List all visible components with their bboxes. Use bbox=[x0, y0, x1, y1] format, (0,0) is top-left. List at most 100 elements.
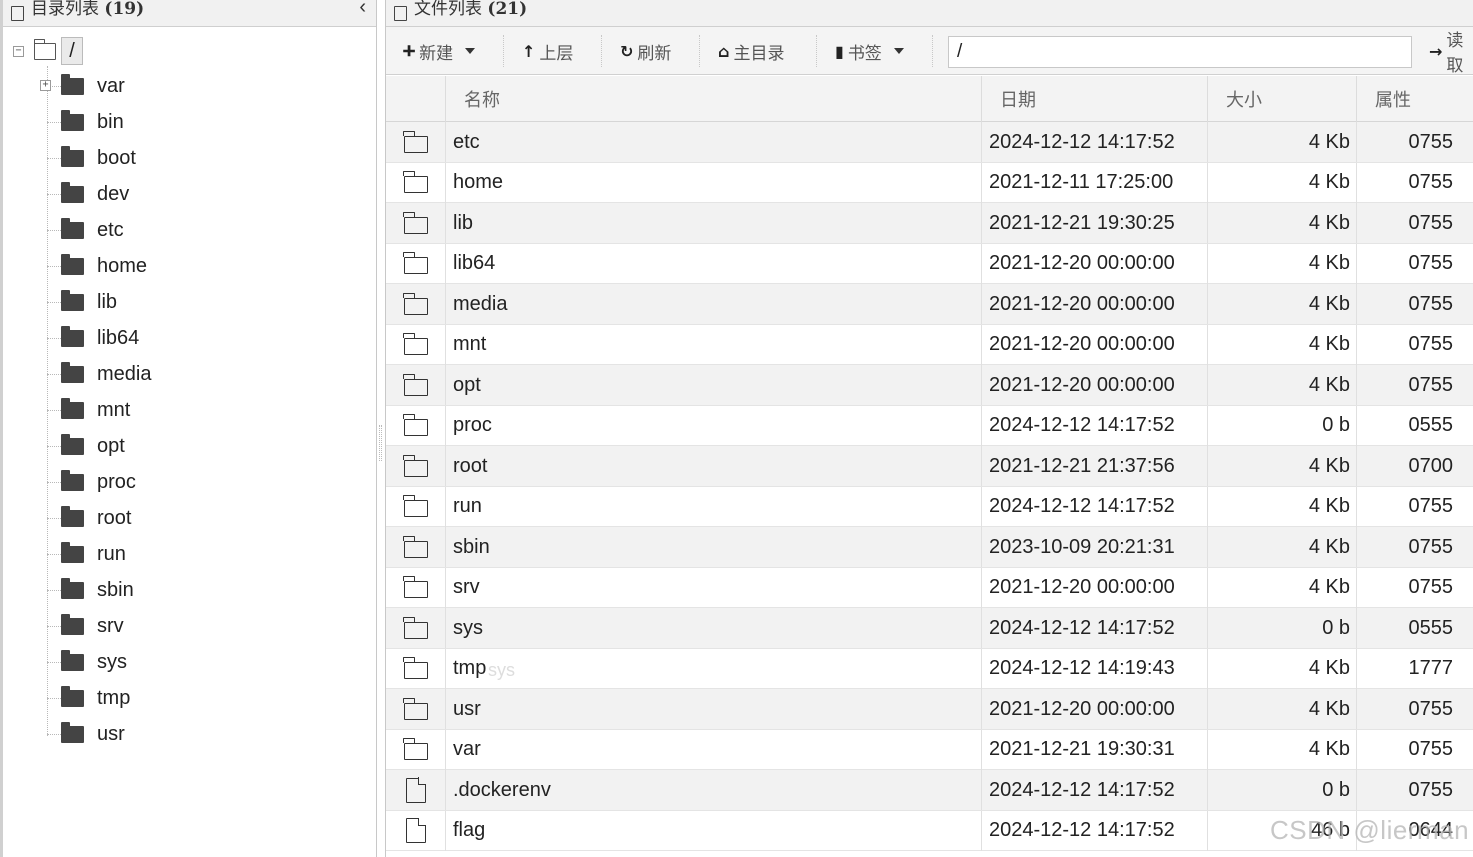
row-name[interactable]: proc bbox=[445, 405, 981, 446]
tree-item[interactable]: root bbox=[47, 500, 131, 536]
row-name[interactable]: srv bbox=[445, 567, 981, 608]
row-attr[interactable]: 1777 bbox=[1356, 648, 1473, 689]
row-icon-cell[interactable] bbox=[386, 649, 445, 689]
row-attr[interactable]: 0755 bbox=[1356, 567, 1473, 608]
row-icon-cell[interactable] bbox=[386, 568, 445, 608]
tree-item[interactable]: run bbox=[47, 536, 126, 572]
row-name[interactable]: run bbox=[445, 486, 981, 527]
row-attr[interactable]: 0755 bbox=[1356, 284, 1473, 324]
row-attr[interactable]: 0755 bbox=[1356, 122, 1473, 162]
home-dir-button[interactable]: ⌂ 主目录 bbox=[718, 37, 784, 65]
row-name[interactable]: etc bbox=[445, 122, 981, 162]
tree-item[interactable]: sbin bbox=[47, 572, 134, 608]
column-header-attr[interactable]: 属性 bbox=[1356, 76, 1473, 122]
row-attr[interactable]: 0755 bbox=[1356, 729, 1473, 770]
row-name[interactable]: mnt bbox=[445, 324, 981, 365]
row-name[interactable]: .dockerenv bbox=[445, 770, 981, 810]
row-attr[interactable]: 0755 bbox=[1356, 486, 1473, 527]
table-row[interactable]: etc 2024-12-12 14:17:52 4 Kb 0755 bbox=[386, 122, 1473, 163]
row-attr[interactable]: 0755 bbox=[1356, 527, 1473, 567]
table-row[interactable]: .dockerenv 2024-12-12 14:17:52 0 b 0755 bbox=[386, 770, 1473, 811]
table-row[interactable]: proc 2024-12-12 14:17:52 0 b 0555 bbox=[386, 405, 1473, 446]
tree-item[interactable]: home bbox=[47, 248, 147, 284]
tree-item[interactable]: proc bbox=[47, 464, 136, 500]
row-icon-cell[interactable] bbox=[386, 770, 445, 810]
row-icon-cell[interactable] bbox=[386, 406, 445, 446]
tree-item[interactable]: srv bbox=[47, 608, 124, 644]
tree-item[interactable]: sys bbox=[47, 644, 127, 680]
row-icon-cell[interactable] bbox=[386, 122, 445, 162]
row-name[interactable]: root bbox=[445, 446, 981, 486]
row-name[interactable]: tmp bbox=[445, 648, 981, 689]
tree-item[interactable]: bin bbox=[47, 104, 124, 140]
row-attr[interactable]: 0755 bbox=[1356, 162, 1473, 203]
table-row[interactable]: sbin 2023-10-09 20:21:31 4 Kb 0755 bbox=[386, 527, 1473, 568]
row-icon-cell[interactable] bbox=[386, 487, 445, 527]
row-name[interactable]: lib bbox=[445, 203, 981, 243]
panel-splitter-handle[interactable] bbox=[379, 425, 382, 461]
row-icon-cell[interactable] bbox=[386, 244, 445, 284]
row-icon-cell[interactable] bbox=[386, 203, 445, 243]
row-attr[interactable]: 0555 bbox=[1356, 608, 1473, 648]
path-input[interactable] bbox=[948, 36, 1412, 68]
tree-item[interactable]: usr bbox=[47, 716, 125, 752]
row-icon-cell[interactable] bbox=[386, 689, 445, 729]
table-row[interactable]: var 2021-12-21 19:30:31 4 Kb 0755 bbox=[386, 729, 1473, 770]
row-name[interactable]: lib64 bbox=[445, 243, 981, 284]
tree-item[interactable]: dev bbox=[47, 176, 129, 212]
up-level-button[interactable]: ↑ 上层 bbox=[522, 37, 573, 65]
tree-item[interactable]: lib bbox=[47, 284, 117, 320]
read-path-button[interactable]: → 读取 bbox=[1429, 31, 1473, 76]
row-name[interactable]: flag bbox=[445, 810, 981, 851]
row-attr[interactable]: 0555 bbox=[1356, 405, 1473, 446]
row-attr[interactable]: 0755 bbox=[1356, 689, 1473, 729]
bookmark-button[interactable]: ▮ 书签 bbox=[835, 37, 904, 65]
row-attr[interactable]: 0755 bbox=[1356, 203, 1473, 243]
tree-root-label[interactable]: / bbox=[61, 37, 83, 65]
tree-expand-toggle[interactable]: + bbox=[40, 80, 51, 91]
table-row[interactable]: usr 2021-12-20 00:00:00 4 Kb 0755 bbox=[386, 689, 1473, 730]
row-icon-cell[interactable] bbox=[386, 325, 445, 365]
row-attr[interactable]: 0755 bbox=[1356, 770, 1473, 810]
tree-item[interactable]: opt bbox=[47, 428, 125, 464]
table-row[interactable]: mnt 2021-12-20 00:00:00 4 Kb 0755 bbox=[386, 324, 1473, 365]
collapse-panel-icon[interactable]: ‹ bbox=[359, 0, 366, 19]
row-name[interactable]: var bbox=[445, 729, 981, 770]
table-row[interactable]: flag 2024-12-12 14:17:52 46 b 0644 bbox=[386, 810, 1473, 851]
tree-item[interactable]: mnt bbox=[47, 392, 130, 428]
tree-item[interactable]: var + bbox=[40, 68, 125, 104]
tree-item[interactable]: tmp bbox=[47, 680, 130, 716]
row-icon-cell[interactable] bbox=[386, 527, 445, 567]
table-row[interactable]: tmp 2024-12-12 14:19:43 4 Kb 1777 bbox=[386, 648, 1473, 689]
tree-item[interactable]: boot bbox=[47, 140, 136, 176]
row-name[interactable]: media bbox=[445, 284, 981, 324]
row-name[interactable]: sbin bbox=[445, 527, 981, 567]
tree-collapse-toggle[interactable]: − bbox=[13, 45, 24, 57]
row-attr[interactable]: 0755 bbox=[1356, 243, 1473, 284]
table-row[interactable]: home 2021-12-11 17:25:00 4 Kb 0755 bbox=[386, 162, 1473, 203]
refresh-button[interactable]: ↻ 刷新 bbox=[620, 37, 671, 65]
row-name[interactable]: sys bbox=[445, 608, 981, 648]
row-attr[interactable]: 0755 bbox=[1356, 365, 1473, 405]
row-name[interactable]: opt bbox=[445, 365, 981, 405]
row-icon-cell[interactable] bbox=[386, 446, 445, 486]
table-row[interactable]: run 2024-12-12 14:17:52 4 Kb 0755 bbox=[386, 486, 1473, 527]
tree-root[interactable]: − / bbox=[13, 36, 83, 66]
column-header-name[interactable]: 名称 bbox=[445, 76, 981, 122]
table-row[interactable]: srv 2021-12-20 00:00:00 4 Kb 0755 bbox=[386, 567, 1473, 608]
row-attr[interactable]: 0755 bbox=[1356, 324, 1473, 365]
row-icon-cell[interactable] bbox=[386, 730, 445, 770]
row-icon-cell[interactable] bbox=[386, 163, 445, 203]
row-attr[interactable]: 0644 bbox=[1356, 810, 1473, 851]
tree-item[interactable]: etc bbox=[47, 212, 124, 248]
table-row[interactable]: lib64 2021-12-20 00:00:00 4 Kb 0755 bbox=[386, 243, 1473, 284]
row-icon-cell[interactable] bbox=[386, 365, 445, 405]
row-icon-cell[interactable] bbox=[386, 284, 445, 324]
row-icon-cell[interactable] bbox=[386, 608, 445, 648]
table-row[interactable]: opt 2021-12-20 00:00:00 4 Kb 0755 bbox=[386, 365, 1473, 406]
table-row[interactable]: lib 2021-12-21 19:30:25 4 Kb 0755 bbox=[386, 203, 1473, 244]
tree-item[interactable]: lib64 bbox=[47, 320, 139, 356]
table-row[interactable]: sys 2024-12-12 14:17:52 0 b 0555 bbox=[386, 608, 1473, 649]
row-name[interactable]: usr bbox=[445, 689, 981, 729]
table-row[interactable]: media 2021-12-20 00:00:00 4 Kb 0755 bbox=[386, 284, 1473, 325]
